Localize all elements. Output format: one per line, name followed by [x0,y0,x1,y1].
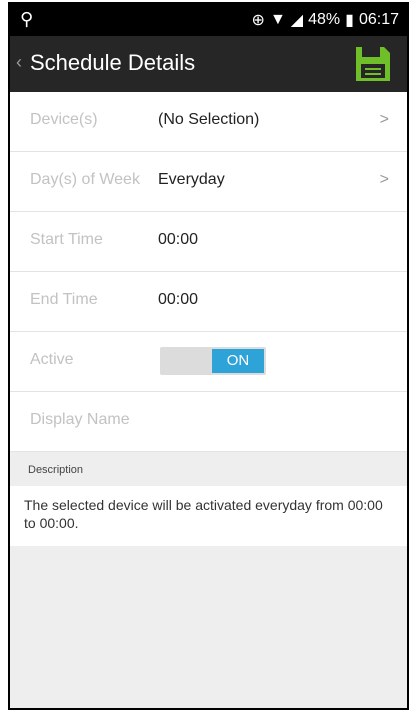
days-value: Everyday [158,171,225,188]
back-icon[interactable]: ‹ [16,52,22,73]
usb-icon: ⚲ [20,9,34,29]
chevron-right-icon: > [379,171,389,188]
devices-label: Device(s) [30,111,98,128]
description-text: The selected device will be activated ev… [24,497,383,531]
start-time-label: Start Time [30,231,103,248]
days-of-week-row[interactable]: Day(s) of Week Everyday > [10,152,407,212]
devices-value: (No Selection) [158,111,260,128]
end-time-row[interactable]: End Time 00:00 [10,272,407,332]
description-box: The selected device will be activated ev… [10,486,407,546]
chevron-right-icon: > [379,111,389,128]
save-icon[interactable] [353,44,393,84]
phone-screen: ⚲ ⊕ ▼ ◢ 48% ▮ 06:17 ‹ Schedule Details D… [8,2,409,710]
page-title: Schedule Details [30,50,196,75]
active-label: Active [30,351,74,368]
display-name-label: Display Name [30,411,130,428]
status-indicators: ⊕ ▼ ◢ 48% ▮ 06:17 [252,10,399,30]
battery-icon: ▮ [345,12,354,29]
signal-icon: ◢ [290,12,304,29]
app-bar: ‹ Schedule Details [10,36,407,92]
active-toggle[interactable]: ON [160,347,266,375]
end-time-label: End Time [30,291,98,308]
description-header-label: Description [28,464,84,476]
status-bar: ⚲ ⊕ ▼ ◢ 48% ▮ 06:17 [10,4,407,36]
devices-row[interactable]: Device(s) (No Selection) > [10,92,407,152]
schedule-fields: Device(s) (No Selection) > Day(s) of Wee… [10,92,407,452]
toggle-on-label: ON [212,349,264,373]
start-time-value[interactable]: 00:00 [158,231,198,249]
data-saver-icon: ⊕ [251,12,265,29]
days-label: Day(s) of Week [30,171,140,188]
active-row: Active ON [10,332,407,392]
display-name-row[interactable]: Display Name [10,392,407,452]
wifi-icon: ▼ [269,11,286,28]
description-header: Description [10,454,407,486]
start-time-row[interactable]: Start Time 00:00 [10,212,407,272]
end-time-value[interactable]: 00:00 [158,291,198,309]
battery-percent: 48% [308,11,341,28]
clock: 06:17 [358,11,399,28]
